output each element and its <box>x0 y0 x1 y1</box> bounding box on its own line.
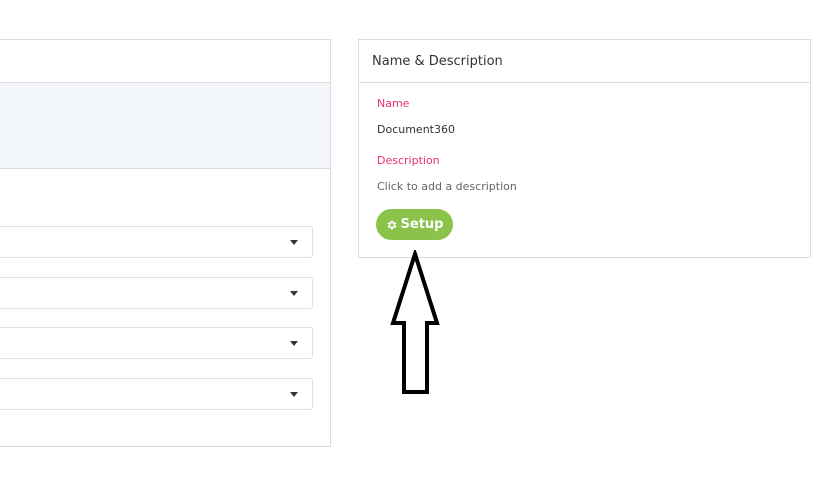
left-panel-shaded-section <box>0 83 330 169</box>
panel-title: Name & Description <box>359 40 810 83</box>
caret-down-icon <box>290 291 298 296</box>
gear-icon <box>386 219 398 231</box>
dropdown-2[interactable] <box>0 277 313 309</box>
dropdown-1[interactable] <box>0 226 313 258</box>
description-field[interactable]: Click to add a description <box>377 180 517 193</box>
caret-down-icon <box>290 240 298 245</box>
description-label: Description <box>377 154 440 167</box>
left-panel <box>0 39 331 447</box>
up-arrow-icon <box>390 247 442 400</box>
name-description-panel: Name & Description Name Document360 Desc… <box>358 39 811 258</box>
name-label: Name <box>377 97 410 110</box>
caret-down-icon <box>290 341 298 346</box>
setup-button-label: Setup <box>400 217 444 232</box>
dropdown-3[interactable] <box>0 327 313 359</box>
caret-down-icon <box>290 392 298 397</box>
name-value[interactable]: Document360 <box>377 123 455 136</box>
setup-button[interactable]: Setup <box>376 209 453 240</box>
dropdown-4[interactable] <box>0 378 313 410</box>
left-panel-header <box>0 40 330 83</box>
